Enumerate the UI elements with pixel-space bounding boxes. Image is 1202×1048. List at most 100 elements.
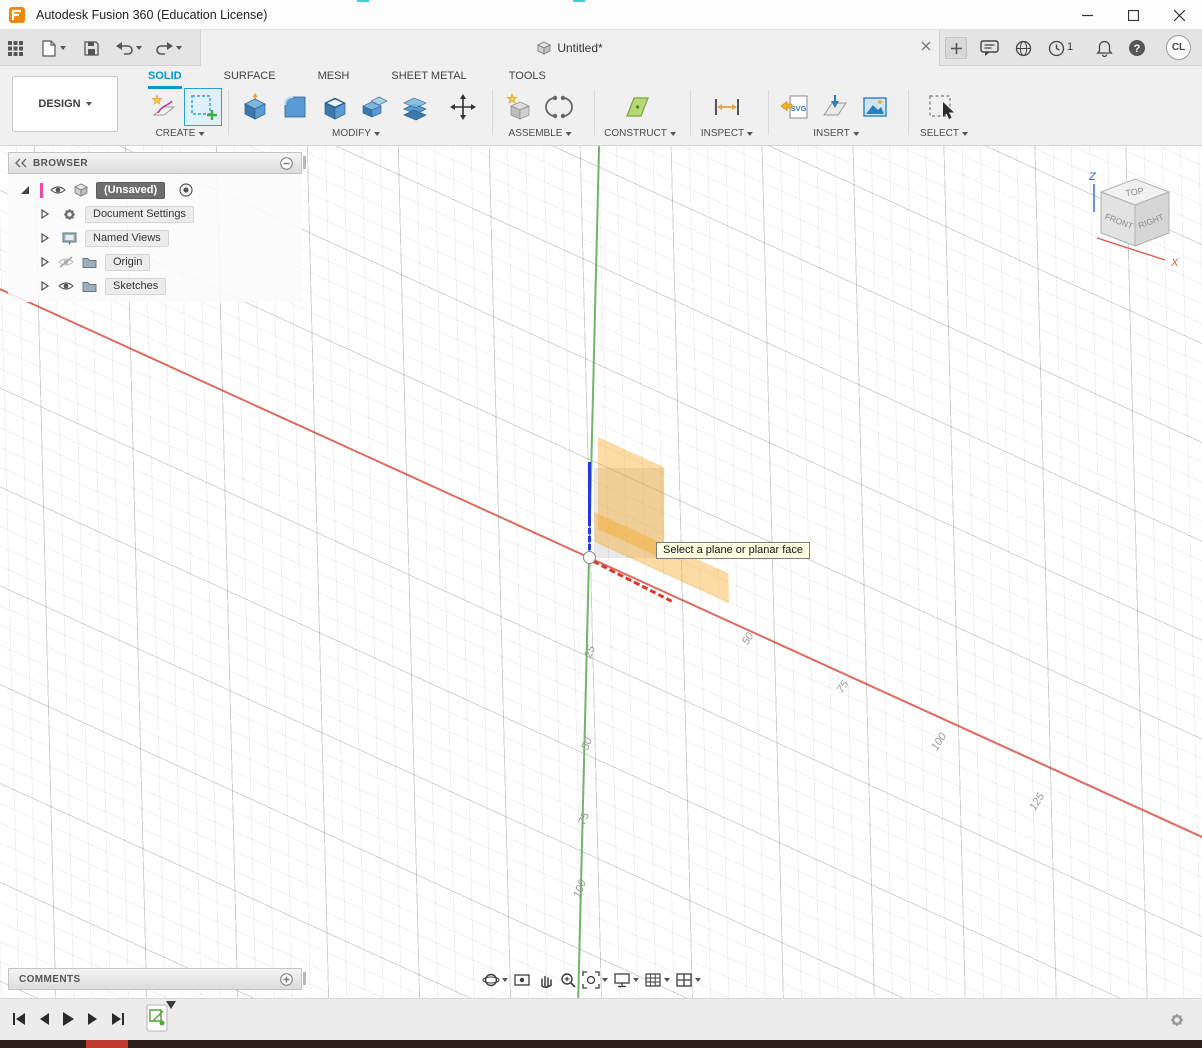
document-tab[interactable]: Untitled* <box>200 30 940 66</box>
close-window-button[interactable] <box>1156 0 1202 30</box>
timeline-marker[interactable] <box>166 1001 176 1009</box>
insert-svg-button[interactable]: SVG <box>778 90 812 124</box>
create-group-dropdown[interactable]: CREATE <box>156 128 205 139</box>
tab-sheet-metal[interactable]: SHEET METAL <box>391 68 466 89</box>
combine-button[interactable] <box>358 90 392 124</box>
orbit-button[interactable] <box>482 971 508 989</box>
press-pull-button[interactable] <box>238 90 272 124</box>
notifications-button[interactable] <box>1096 38 1113 58</box>
origin-point[interactable] <box>583 551 596 564</box>
select-group-dropdown[interactable]: SELECT <box>920 128 968 139</box>
help-button[interactable]: ? <box>1128 38 1146 58</box>
save-button[interactable] <box>84 38 99 58</box>
collapsed-caret-icon[interactable] <box>40 233 50 243</box>
browser-item-document-settings[interactable]: Document Settings <box>8 202 302 226</box>
go-to-start-button[interactable] <box>12 1012 26 1026</box>
expanded-caret-icon[interactable] <box>20 185 30 195</box>
item-label[interactable]: Origin <box>105 254 150 271</box>
viewports-button[interactable] <box>675 971 701 989</box>
fit-button[interactable] <box>582 971 608 989</box>
minimize-button[interactable] <box>1064 0 1110 30</box>
maximize-button[interactable] <box>1110 0 1156 30</box>
tab-mesh[interactable]: MESH <box>318 68 350 89</box>
grid-snap-button[interactable] <box>644 971 670 989</box>
view-cube[interactable]: Z TOP FRONT RIGHT X <box>1085 166 1185 270</box>
insert-image-button[interactable] <box>858 90 892 124</box>
root-document-label[interactable]: (Unsaved) <box>96 182 165 199</box>
tab-surface[interactable]: SURFACE <box>224 68 276 89</box>
visibility-off-eye-icon[interactable] <box>58 256 74 268</box>
browser-item-sketches[interactable]: Sketches <box>8 274 302 298</box>
fillet-button[interactable] <box>278 90 312 124</box>
app-grid-button[interactable] <box>8 38 23 58</box>
avatar[interactable]: CL <box>1166 35 1191 60</box>
inspect-group-label: INSPECT <box>701 128 744 139</box>
browser-header[interactable]: BROWSER <box>8 152 302 174</box>
browser-item-named-views[interactable]: Named Views <box>8 226 302 250</box>
play-button[interactable] <box>62 1011 75 1027</box>
collapse-panel-icon[interactable] <box>15 158 27 168</box>
panel-resize-handle[interactable] <box>303 972 306 985</box>
new-component-button[interactable] <box>502 90 536 124</box>
inspect-group-dropdown[interactable]: INSPECT <box>701 128 753 139</box>
modify-group-dropdown[interactable]: MODIFY <box>332 128 380 139</box>
activate-component-icon[interactable] <box>179 183 193 197</box>
display-settings-button[interactable] <box>613 971 639 989</box>
item-label[interactable]: Sketches <box>105 278 166 295</box>
step-back-button[interactable] <box>38 1012 50 1026</box>
new-tab-button[interactable] <box>945 37 967 59</box>
measure-button[interactable] <box>710 90 744 124</box>
move-icon <box>450 94 476 120</box>
collapsed-caret-icon[interactable] <box>40 281 50 291</box>
chevron-down-icon <box>633 978 639 982</box>
redo-button[interactable] <box>156 38 182 58</box>
collapse-all-icon[interactable] <box>280 157 293 170</box>
create-sketch-button[interactable] <box>184 88 222 126</box>
item-label[interactable]: Named Views <box>85 230 169 247</box>
grid-icon <box>644 971 662 989</box>
pan-button[interactable] <box>536 971 554 989</box>
visibility-eye-icon[interactable] <box>50 184 66 196</box>
item-label[interactable]: Document Settings <box>85 206 194 223</box>
select-button[interactable] <box>926 90 960 124</box>
insert-decal-button[interactable] <box>818 90 852 124</box>
panel-resize-handle[interactable] <box>303 156 306 169</box>
file-menu-button[interactable] <box>42 38 66 58</box>
look-at-button[interactable] <box>513 971 531 989</box>
browser-item-origin[interactable]: Origin <box>8 250 302 274</box>
collapsed-caret-icon[interactable] <box>40 257 50 267</box>
create-form-button[interactable] <box>146 90 180 124</box>
add-comment-icon[interactable] <box>280 973 293 986</box>
construct-group-dropdown[interactable]: CONSTRUCT <box>604 128 676 139</box>
move-copy-button[interactable] <box>446 90 480 124</box>
zoom-button[interactable] <box>559 971 577 989</box>
undo-button[interactable] <box>116 38 142 58</box>
timeline-settings-gear-icon[interactable] <box>1168 1011 1186 1029</box>
joint-button[interactable] <box>542 90 576 124</box>
assemble-group-dropdown[interactable]: ASSEMBLE <box>509 128 572 139</box>
visibility-eye-icon[interactable] <box>58 280 74 292</box>
ribbon-separator <box>492 90 493 135</box>
construct-plane-button[interactable] <box>620 90 654 124</box>
tab-tools[interactable]: TOOLS <box>509 68 546 89</box>
online-status-button[interactable] <box>1015 38 1032 58</box>
comments-bar[interactable]: COMMENTS <box>8 968 302 990</box>
shell-button[interactable] <box>318 90 352 124</box>
component-cube-icon <box>74 183 88 197</box>
tab-solid[interactable]: SOLID <box>148 68 182 89</box>
comments-button[interactable] <box>980 38 999 58</box>
insert-group-label: INSERT <box>813 128 850 139</box>
offset-face-button[interactable] <box>398 90 432 124</box>
job-status-button[interactable] <box>1048 38 1065 58</box>
workspace-selector[interactable]: DESIGN <box>12 76 118 132</box>
timeline-feature-sketch[interactable] <box>146 1004 168 1032</box>
collapsed-caret-icon[interactable] <box>40 209 50 219</box>
browser-root-row[interactable]: (Unsaved) <box>8 178 302 202</box>
step-forward-button[interactable] <box>87 1012 99 1026</box>
chevron-down-icon <box>695 978 701 982</box>
tab-close-button[interactable] <box>921 41 931 51</box>
go-to-end-button[interactable] <box>111 1012 125 1026</box>
viewport[interactable]: Select a plane or planar face 25 50 75 1… <box>0 146 1202 998</box>
insert-group-dropdown[interactable]: INSERT <box>813 128 859 139</box>
display-settings-icon <box>613 971 631 989</box>
